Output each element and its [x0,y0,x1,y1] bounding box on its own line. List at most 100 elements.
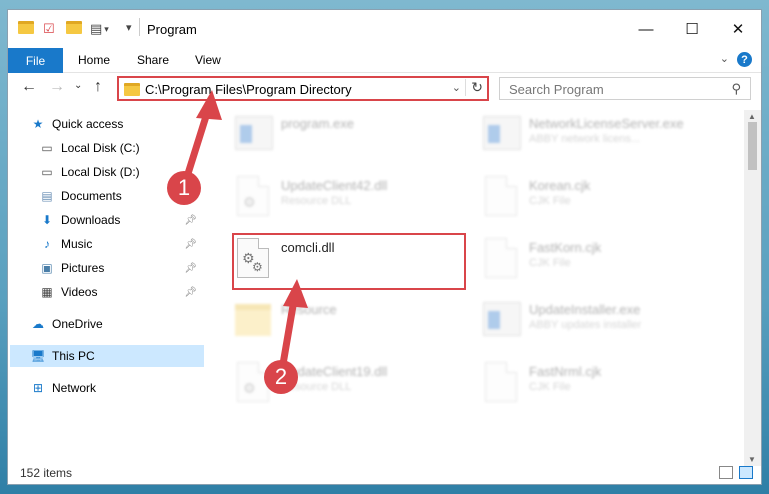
file-name: FastKorn.cjk [529,240,602,255]
file-item[interactable]: program.exe [233,110,473,166]
star-icon: ★ [32,117,44,131]
pictures-icon: ▣ [41,261,53,275]
drive-icon: ▭ [41,165,53,179]
sidebar-item-label: OneDrive [52,317,103,331]
file-description: CJK File [529,195,571,207]
help-icon[interactable]: ? [737,52,752,67]
sidebar-item-this-pc[interactable]: 🖥︎ This PC [10,345,204,367]
file-item[interactable]: ⚙ UpdateClient42.dll Resource DLL [233,172,473,228]
sidebar-item-local-disk-d[interactable]: ▭ Local Disk (D:) [39,161,234,183]
folder-icon [18,21,34,34]
sidebar-item-documents[interactable]: ▤ Documents [39,185,234,207]
sidebar-item-quick-access[interactable]: ★ Quick access [30,113,225,135]
sidebar-item-label: Videos [61,285,98,299]
properties-icon[interactable]: ☑ [43,21,55,37]
close-button[interactable]: ✕ [715,10,761,48]
cloud-icon: ☁ [32,317,44,331]
folder-icon [124,83,140,96]
sidebar-item-downloads[interactable]: ⬇ Downloads 📌︎ [39,209,205,231]
documents-icon: ▤ [41,189,53,203]
pin-icon[interactable]: 📌︎ [184,287,197,298]
file-item[interactable]: UpdateInstaller.exe ABBY updates install… [481,296,721,352]
step-badge-2: 2 [264,360,298,394]
file-name: NetworkLicenseServer.exe [529,116,684,131]
large-icons-view-icon[interactable] [739,466,753,479]
expand-ribbon-icon[interactable]: ⌄ [720,52,729,65]
refresh-icon[interactable]: ↻ [465,79,483,96]
title-divider [139,18,140,36]
file-list: program.exe ⚙ UpdateClient42.dll Resourc… [213,110,737,460]
address-dropdown-icon[interactable]: ⌄ [452,81,461,94]
forward-button[interactable]: → [49,78,65,96]
exe-icon [481,298,521,344]
sidebar-item-label: Local Disk (D:) [61,165,140,179]
sidebar-item-label: This PC [52,349,95,363]
pin-icon[interactable]: 📌︎ [184,263,197,274]
window-title: Program [147,22,197,37]
search-input[interactable]: Search Program ⚲ [499,77,751,100]
step-badge-1: 1 [167,171,201,205]
navigation-bar: ← → ⌄ ↑ C:\Program Files\Program Directo… [8,73,761,103]
tab-view[interactable]: View [195,53,221,67]
title-bar: ☑ ▤ ▾ ▾ Program — ☐ ✕ [8,10,761,48]
address-bar[interactable]: C:\Program Files\Program Directory ⌄ ↻ [117,76,489,101]
sidebar-item-local-disk-c[interactable]: ▭ Local Disk (C:) [39,137,234,159]
file-description: CJK File [529,257,571,269]
explorer-window: ☑ ▤ ▾ ▾ Program — ☐ ✕ File Home Share Vie… [7,9,762,485]
file-item[interactable]: FastKorn.cjk CJK File [481,234,721,290]
file-name: UpdateClient42.dll [281,178,388,193]
drive-icon: ▭ [41,141,53,155]
file-description: ABBY network licens... [529,133,641,145]
item-count: 152 items [20,466,73,480]
back-button[interactable]: ← [21,78,37,96]
pin-icon[interactable]: 📌︎ [184,239,197,250]
customize-toolbar-icon[interactable]: ▤ ▾ [90,21,109,37]
tab-share[interactable]: Share [137,53,169,67]
folder-icon [233,298,273,344]
tab-file[interactable]: File [8,48,63,73]
sidebar-item-network[interactable]: ⊞ Network [30,377,225,399]
file-item[interactable]: Korean.cjk CJK File [481,172,721,228]
computer-icon: 🖥︎ [30,349,46,363]
new-folder-icon[interactable] [66,21,82,34]
details-view-icon[interactable] [719,466,733,479]
search-icon: ⚲ [731,81,741,96]
videos-icon: ▦ [41,285,53,299]
ribbon: File Home Share View ⌄ ? [8,48,761,73]
sidebar-item-music[interactable]: ♪ Music 📌︎ [39,233,205,255]
quick-access-dropdown-icon[interactable]: ▾ [126,21,132,34]
file-item[interactable]: NetworkLicenseServer.exe ABBY network li… [481,110,721,166]
scrollbar-thumb[interactable] [748,122,757,170]
address-path: C:\Program Files\Program Directory [145,82,352,97]
up-button[interactable]: ↑ [94,78,102,96]
recent-locations-button[interactable]: ⌄ [74,80,82,91]
sidebar-item-pictures[interactable]: ▣ Pictures 📌︎ [39,257,205,279]
minimize-button[interactable]: — [623,10,669,48]
vertical-scrollbar[interactable]: ▲ ▼ [744,110,761,466]
dll-icon: ⚙ [233,174,273,220]
download-icon: ⬇ [41,213,53,227]
file-name: FastNrml.cjk [529,364,602,379]
file-description: CJK File [529,381,571,393]
navigation-pane: ★ Quick access ▭ Local Disk (C:) ▭ Local… [8,110,205,460]
scroll-up-icon[interactable]: ▲ [748,112,756,121]
status-bar: 152 items [8,462,761,484]
sidebar-item-label: Documents [61,189,122,203]
sidebar-item-label: Network [52,381,97,395]
file-item[interactable]: FastNrml.cjk CJK File [481,358,721,414]
search-placeholder: Search Program [509,82,604,97]
file-item[interactable]: Resource [233,296,473,352]
file-icon [481,236,521,282]
file-description: ABBY updates installer [529,319,642,331]
sidebar-item-videos[interactable]: ▦ Videos 📌︎ [39,281,205,303]
pin-icon[interactable]: 📌︎ [184,215,197,226]
sidebar-item-onedrive[interactable]: ☁ OneDrive [30,313,225,335]
tab-home[interactable]: Home [78,53,110,67]
highlight-box [232,233,466,290]
music-icon: ♪ [44,237,50,251]
sidebar-item-label: Music [61,237,93,251]
maximize-button[interactable]: ☐ [669,10,715,48]
file-name: Korean.cjk [529,178,591,193]
sidebar-item-label: Pictures [61,261,105,275]
network-icon: ⊞ [32,381,44,395]
